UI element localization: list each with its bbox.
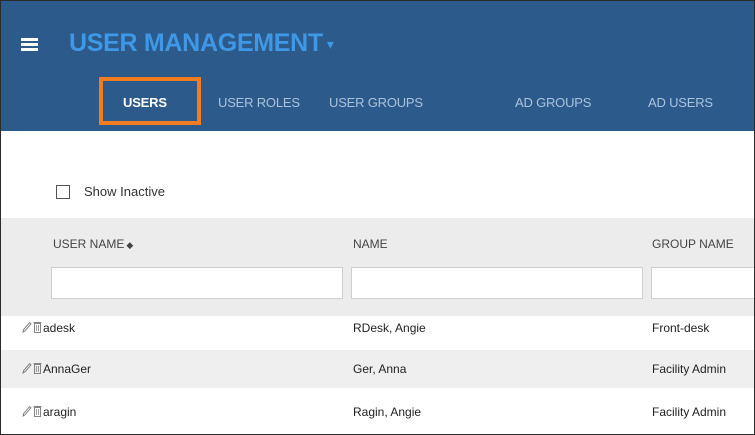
cell-group-name: Front-desk [652, 321, 710, 335]
tab-ad-users[interactable]: AD USERS [648, 95, 713, 110]
hamburger-menu-icon[interactable] [21, 38, 38, 51]
tab-user-roles[interactable]: USER ROLES [218, 95, 300, 110]
app-title: USER MANAGEMENT [69, 29, 323, 57]
cell-user-name: AnnaGer [43, 362, 92, 376]
pencil-icon[interactable] [22, 362, 32, 374]
trash-icon[interactable] [33, 362, 42, 374]
app-title-dropdown[interactable]: USER MANAGEMENT ▾ [69, 29, 334, 58]
group-name-filter-input[interactable] [651, 267, 754, 299]
trash-icon[interactable] [33, 405, 42, 417]
user-name-filter-input[interactable] [51, 267, 343, 299]
row-actions [22, 321, 42, 333]
sort-icon[interactable]: ◆ [126, 240, 133, 250]
table-row[interactable]: AnnaGer Ger, Anna Facility Admin [1, 350, 754, 388]
show-inactive-toggle[interactable]: Show Inactive [56, 184, 165, 199]
show-inactive-checkbox[interactable] [56, 184, 70, 199]
cell-group-name: Facility Admin [652, 362, 727, 376]
tab-user-groups[interactable]: USER GROUPS [329, 95, 423, 110]
name-filter-input[interactable] [351, 267, 643, 299]
cell-group-name: Facility Admin [652, 405, 727, 419]
table-row[interactable]: adesk RDesk, Angie Front-desk [1, 309, 754, 347]
header-bar: USER MANAGEMENT ▾ USERS USER ROLES USER G… [1, 1, 754, 131]
chevron-down-icon: ▾ [326, 35, 334, 52]
tab-ad-groups[interactable]: AD GROUPS [515, 95, 591, 110]
table-row[interactable]: aragin Ragin, Angie Facility Admin [1, 393, 754, 431]
pencil-icon[interactable] [22, 321, 32, 333]
row-actions [22, 405, 42, 417]
cell-name: Ragin, Angie [353, 405, 422, 419]
trash-icon[interactable] [33, 321, 42, 333]
show-inactive-label: Show Inactive [84, 184, 165, 199]
cell-name: RDesk, Angie [353, 321, 426, 335]
cell-user-name: adesk [43, 321, 76, 335]
column-header-user-name[interactable]: USER NAME ◆ [53, 237, 133, 251]
column-header-name[interactable]: NAME [353, 237, 388, 251]
column-header-group-name[interactable]: GROUP NAME [652, 237, 734, 251]
column-header-label: USER NAME [53, 237, 125, 251]
cell-name: Ger, Anna [353, 362, 407, 376]
app-window: USER MANAGEMENT ▾ USERS USER ROLES USER G… [0, 0, 755, 435]
highlight-annotation [99, 77, 201, 125]
row-actions [22, 362, 42, 374]
cell-user-name: aragin [43, 405, 77, 419]
pencil-icon[interactable] [22, 405, 32, 417]
